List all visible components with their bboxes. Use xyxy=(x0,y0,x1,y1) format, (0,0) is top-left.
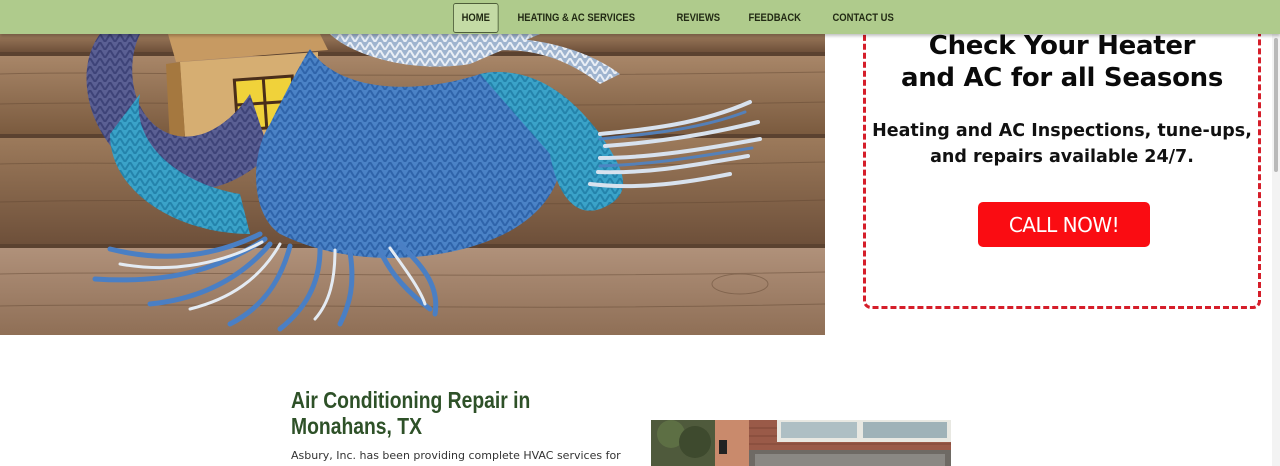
section-title-line1: Air Conditioning Repair in xyxy=(291,387,531,413)
hero-image xyxy=(0,34,825,335)
brick-house-image xyxy=(651,420,951,466)
promo-subtext-line2: and repairs available 24/7. xyxy=(930,147,1194,167)
page-scrollbar-thumb[interactable] xyxy=(1274,38,1278,172)
promo-heading-line2: and AC for all Seasons xyxy=(900,63,1224,93)
nav-item-contact-us[interactable]: CONTACT US xyxy=(823,4,903,32)
promo-subtext: Heating and AC Inspections, tune-ups, an… xyxy=(866,118,1258,170)
section-title-line2: Monahans, TX xyxy=(291,413,422,439)
promo-subtext-line1: Heating and AC Inspections, tune-ups, xyxy=(872,121,1252,141)
top-navigation-bar: HOME HEATING & AC SERVICES REVIEWS FEEDB… xyxy=(0,0,1280,34)
nav-item-home[interactable]: HOME xyxy=(453,3,499,33)
section-body-text: Asbury, Inc. has been providing complete… xyxy=(291,449,621,462)
promo-heading: Check Your Heater and AC for all Seasons xyxy=(866,30,1258,94)
promo-heading-line1: Check Your Heater xyxy=(928,31,1196,61)
nav-item-feedback[interactable]: FEEDBACK xyxy=(739,4,810,32)
promo-panel: Check Your Heater and AC for all Seasons… xyxy=(863,22,1261,309)
section-title: Air Conditioning Repair in Monahans, TX xyxy=(291,387,560,439)
scarf-and-house-illustration xyxy=(0,34,825,335)
call-now-button[interactable]: CALL NOW! xyxy=(978,202,1150,247)
nav-menu: HOME HEATING & AC SERVICES REVIEWS FEEDB… xyxy=(453,3,916,33)
nav-item-reviews[interactable]: REVIEWS xyxy=(667,4,730,32)
nav-item-heating-ac-services[interactable]: HEATING & AC SERVICES xyxy=(508,4,644,32)
house-exterior-photo xyxy=(651,420,951,466)
